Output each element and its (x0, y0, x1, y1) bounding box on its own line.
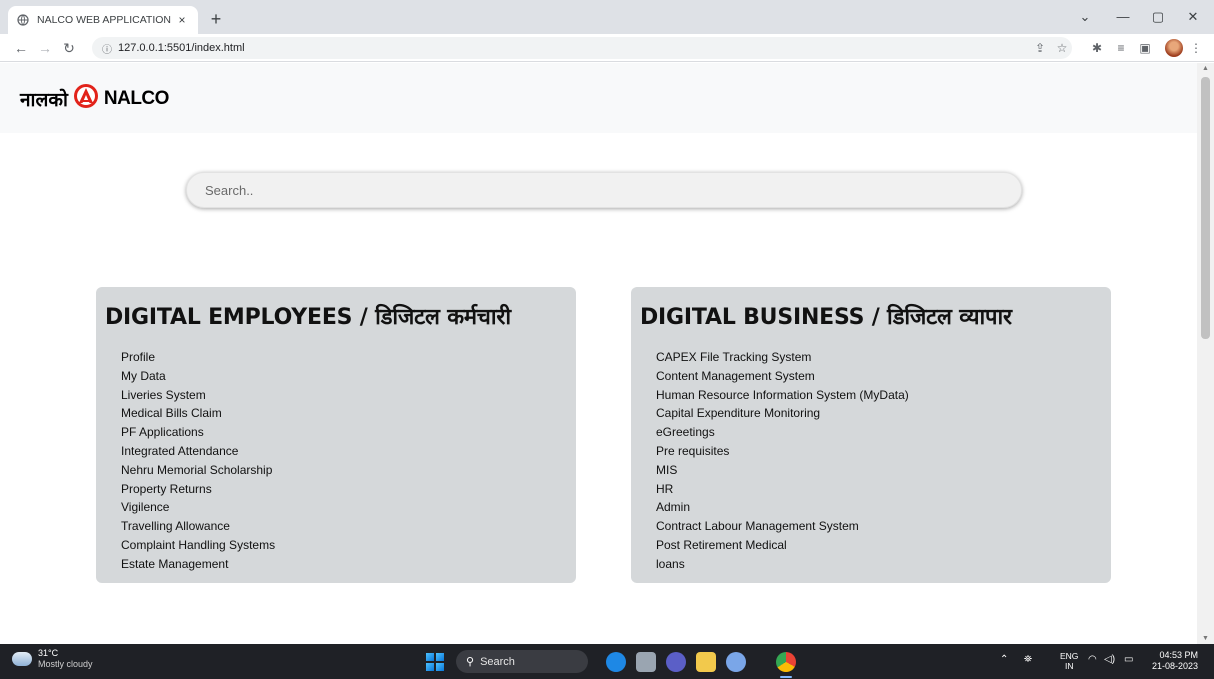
logo-english-text: NALCO (103, 87, 170, 109)
list-item[interactable]: Property Returns (121, 480, 275, 499)
list-item[interactable]: Medical Bills Claim (121, 404, 275, 423)
scroll-down-icon[interactable]: ▼ (1197, 635, 1214, 642)
chrome-icon[interactable] (776, 652, 796, 672)
reload-icon[interactable]: ↻ (58, 38, 80, 58)
list-item[interactable]: loans (656, 555, 909, 574)
weather-widget[interactable]: 31°C Mostly cloudy (12, 648, 93, 670)
list-item[interactable]: HR (656, 480, 909, 499)
list-item[interactable]: Travelling Allowance (121, 517, 275, 536)
globe-icon (16, 13, 30, 27)
bing-chat-icon[interactable] (606, 652, 626, 672)
language-region: IN (1064, 661, 1074, 671)
business-link-list: CAPEX File Tracking System Content Manag… (656, 348, 909, 574)
taskbar: 31°C Mostly cloudy ⚲ Search ⌃ ⛯ ENG IN ◠… (0, 644, 1214, 679)
digital-business-card: DIGITAL BUSINESS / डिजिटल व्यापार CAPEX … (631, 287, 1111, 583)
list-item[interactable]: eGreetings (656, 423, 909, 442)
browser-tab-strip: NALCO WEB APPLICATION PAGE × + ⌄ — ▢ ✕ (0, 0, 1214, 34)
network-off-icon[interactable]: ⛯ (1024, 654, 1032, 665)
system-clock[interactable]: 04:53 PM 21-08-2023 (1148, 650, 1198, 672)
browser-tab[interactable]: NALCO WEB APPLICATION PAGE × (8, 6, 198, 34)
edge-icon[interactable] (726, 652, 746, 672)
language-code: ENG (1060, 651, 1079, 661)
browser-toolbar: ← → ↻ ⓘ 127.0.0.1:5501/index.html ⇪ ☆ ✱ … (0, 34, 1214, 62)
windows-start-icon[interactable] (426, 653, 444, 671)
page-viewport: नालको NALCO DIGITAL EMPLOYEES / डिजिटल क… (0, 63, 1197, 644)
maximize-button[interactable]: ▢ (1145, 6, 1171, 28)
back-icon[interactable]: ← (10, 38, 32, 58)
task-view-icon[interactable] (636, 652, 656, 672)
weather-condition: Mostly cloudy (38, 659, 93, 669)
employees-link-list: Profile My Data Liveries System Medical … (121, 348, 275, 574)
taskbar-search-label: Search (480, 655, 515, 668)
reading-list-icon[interactable]: ≡ (1111, 38, 1131, 58)
wifi-icon[interactable]: ◠ (1088, 654, 1097, 665)
clock-time: 04:53 PM (1159, 650, 1198, 660)
address-bar[interactable]: ⓘ 127.0.0.1:5501/index.html (92, 37, 1072, 59)
profile-avatar[interactable] (1165, 39, 1183, 57)
active-app-indicator (780, 676, 792, 678)
extensions-icon[interactable]: ✱ (1087, 38, 1107, 58)
bookmark-star-icon[interactable]: ☆ (1052, 38, 1072, 58)
teams-icon[interactable] (666, 652, 686, 672)
cloud-icon (12, 652, 32, 666)
tab-close-icon[interactable]: × (174, 13, 190, 27)
list-item[interactable]: Complaint Handling Systems (121, 536, 275, 555)
nalco-logo[interactable]: नालको NALCO (20, 83, 169, 114)
digital-employees-card: DIGITAL EMPLOYEES / डिजिटल कर्मचारी Prof… (96, 287, 576, 583)
site-header: नालको NALCO (0, 63, 1197, 133)
tab-search-icon[interactable]: ⌄ (1072, 6, 1098, 28)
taskbar-search[interactable]: ⚲ Search (456, 650, 588, 673)
list-item[interactable]: CAPEX File Tracking System (656, 348, 909, 367)
list-item[interactable]: My Data (121, 367, 275, 386)
window-close-button[interactable]: ✕ (1180, 6, 1206, 28)
search-icon: ⚲ (466, 656, 475, 668)
tab-title: NALCO WEB APPLICATION PAGE (37, 14, 174, 26)
list-item[interactable]: Contract Labour Management System (656, 517, 909, 536)
list-item[interactable]: Capital Expenditure Monitoring (656, 404, 909, 423)
nalco-logo-icon (73, 83, 99, 114)
list-item[interactable]: Profile (121, 348, 275, 367)
forward-icon[interactable]: → (34, 38, 56, 58)
info-icon[interactable]: ⓘ (102, 41, 112, 56)
new-tab-button[interactable]: + (206, 9, 226, 29)
list-item[interactable]: Integrated Attendance (121, 442, 275, 461)
list-item[interactable]: MIS (656, 461, 909, 480)
logo-hindi-text: नालको (20, 88, 68, 111)
menu-icon[interactable]: ⋮ (1186, 38, 1206, 58)
side-panel-icon[interactable]: ▣ (1135, 38, 1155, 58)
list-item[interactable]: Admin (656, 498, 909, 517)
list-item[interactable]: PF Applications (121, 423, 275, 442)
weather-temperature: 31°C (38, 648, 59, 658)
file-explorer-icon[interactable] (696, 652, 716, 672)
battery-icon[interactable]: ▭ (1124, 654, 1133, 665)
list-item[interactable]: Pre requisites (656, 442, 909, 461)
show-hidden-icons-icon[interactable]: ⌃ (1000, 654, 1008, 665)
scrollbar-thumb[interactable] (1201, 77, 1210, 339)
list-item[interactable]: Estate Management (121, 555, 275, 574)
list-item[interactable]: Human Resource Information System (MyDat… (656, 386, 909, 405)
list-item[interactable]: Liveries System (121, 386, 275, 405)
search-input[interactable] (186, 172, 1022, 208)
minimize-button[interactable]: — (1110, 6, 1136, 28)
list-item[interactable]: Nehru Memorial Scholarship (121, 461, 275, 480)
volume-icon[interactable]: ◁) (1104, 654, 1115, 665)
language-indicator[interactable]: ENG IN (1060, 651, 1078, 671)
vertical-scrollbar[interactable]: ▲ ▼ (1197, 63, 1214, 644)
clock-date: 21-08-2023 (1151, 661, 1198, 671)
list-item[interactable]: Vigilence (121, 498, 275, 517)
share-icon[interactable]: ⇪ (1030, 38, 1050, 58)
list-item[interactable]: Post Retirement Medical (656, 536, 909, 555)
url-text: 127.0.0.1:5501/index.html (118, 42, 245, 54)
digital-business-heading: DIGITAL BUSINESS / डिजिटल व्यापार (640, 305, 1012, 330)
list-item[interactable]: Content Management System (656, 367, 909, 386)
digital-employees-heading: DIGITAL EMPLOYEES / डिजिटल कर्मचारी (105, 305, 511, 330)
scroll-up-icon[interactable]: ▲ (1197, 65, 1214, 72)
